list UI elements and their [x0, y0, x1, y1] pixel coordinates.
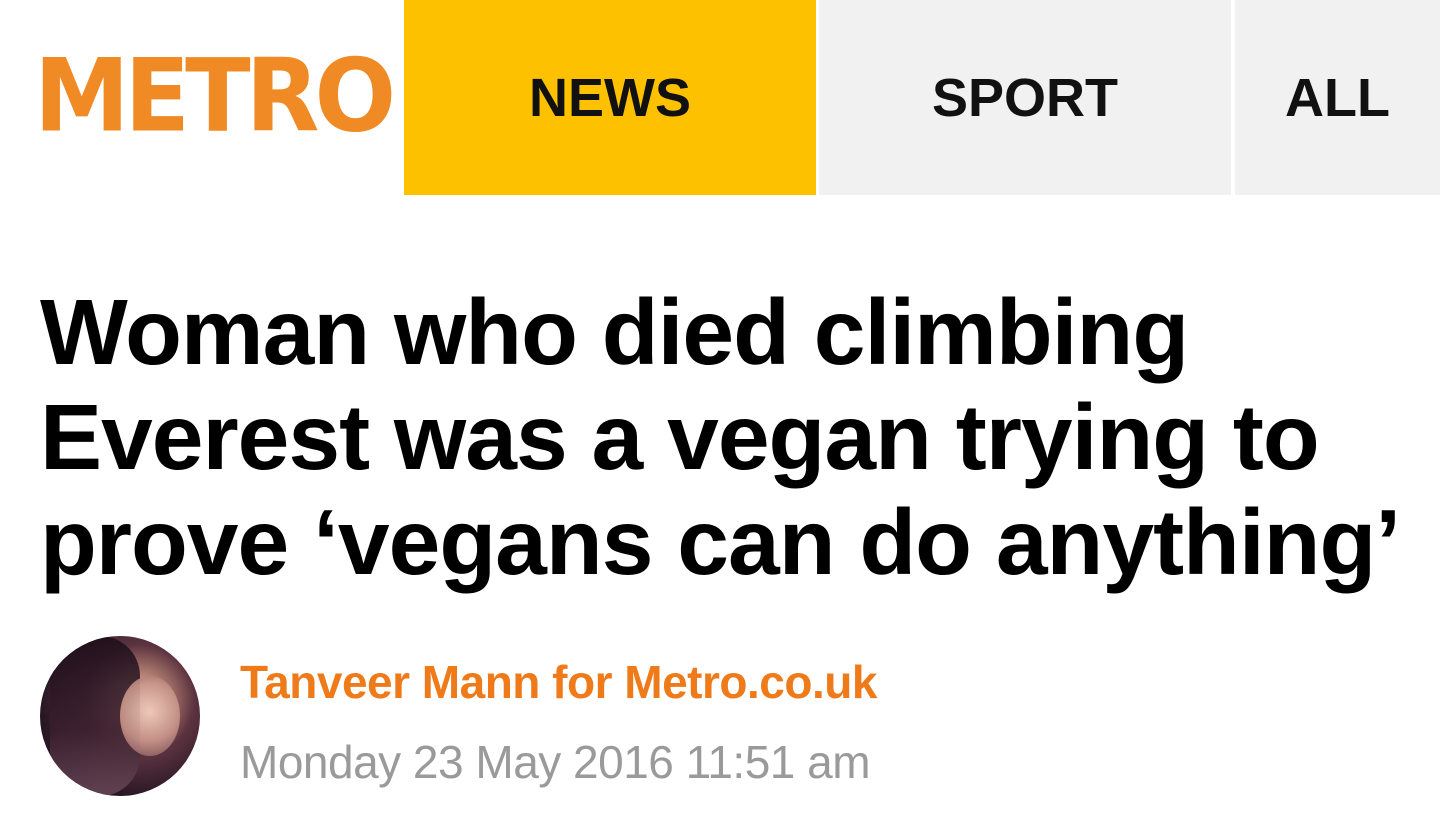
tab-news[interactable]: NEWS: [404, 0, 816, 195]
author-avatar[interactable]: [40, 636, 200, 796]
article-headline: Woman who died climbing Everest was a ve…: [40, 280, 1401, 594]
metro-logo[interactable]: METRO: [34, 38, 396, 154]
publish-date: Monday 23 May 2016 11:51 am: [240, 736, 871, 788]
tab-all[interactable]: ALL: [1235, 0, 1440, 195]
author-byline-link[interactable]: Tanveer Mann for Metro.co.uk: [240, 655, 877, 709]
avatar-face: [120, 676, 180, 756]
site-header: METRO NEWS SPORT ALL: [0, 0, 1440, 195]
tab-sport[interactable]: SPORT: [819, 0, 1231, 195]
